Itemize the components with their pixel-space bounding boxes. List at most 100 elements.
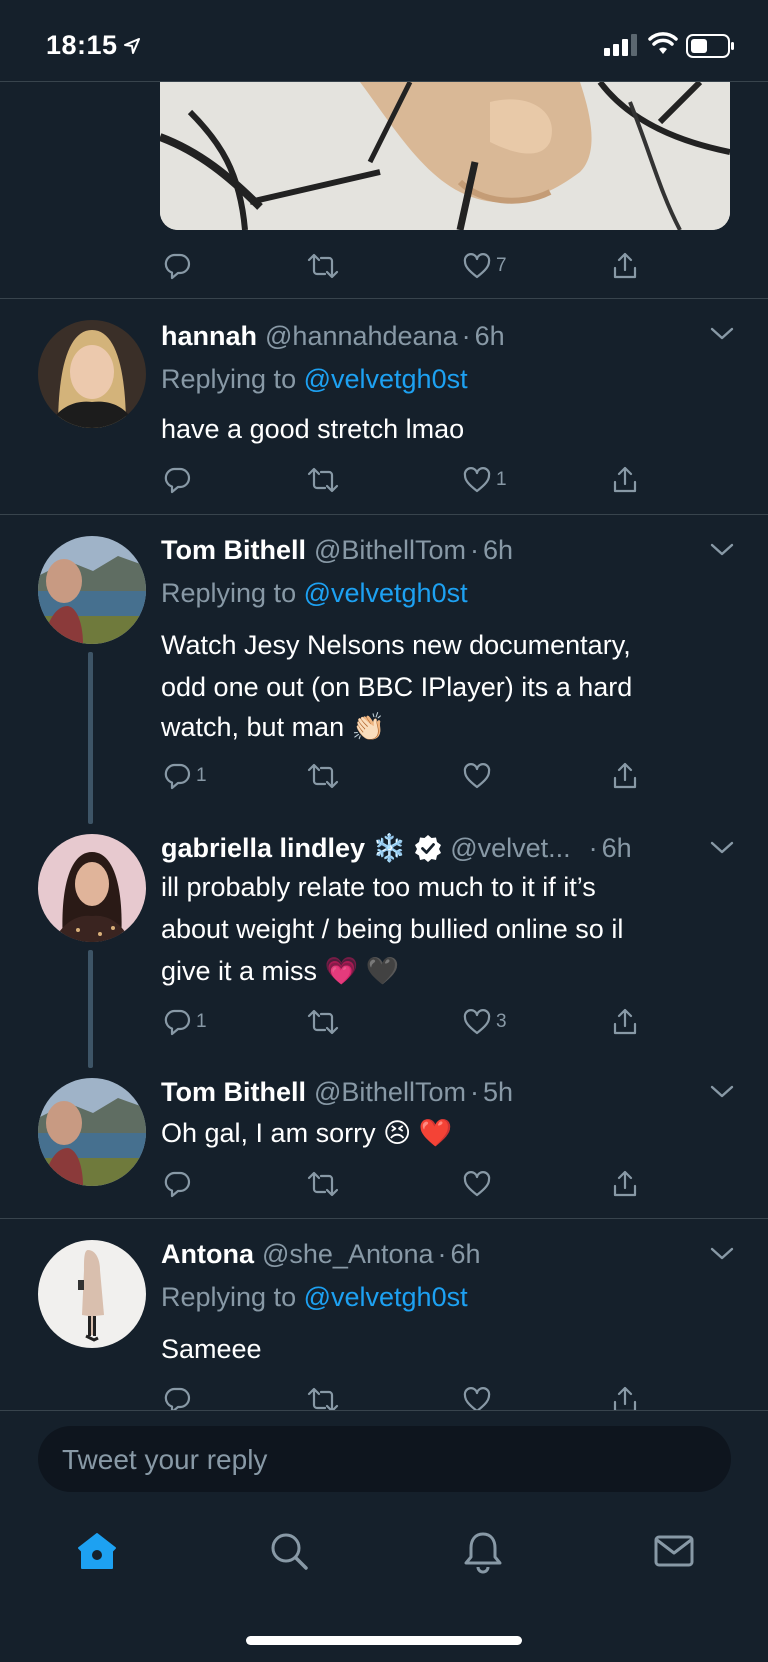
- tweet-actions: [160, 1380, 660, 1410]
- reply-icon: [164, 1009, 191, 1036]
- replying-to-link[interactable]: @velvetgh0st: [304, 1282, 468, 1312]
- display-name[interactable]: Tom Bithell: [161, 535, 306, 566]
- separator-dot: ·: [469, 1076, 479, 1107]
- user-handle[interactable]: @BithellTom: [314, 535, 466, 566]
- home-icon[interactable]: [76, 1530, 118, 1572]
- like-button[interactable]: [462, 1380, 492, 1410]
- share-button[interactable]: [610, 1002, 640, 1042]
- user-handle[interactable]: @BithellTom: [314, 1077, 466, 1108]
- share-button[interactable]: [610, 756, 640, 796]
- chevron-down-icon[interactable]: [708, 838, 736, 858]
- tweet-header: hannah @hannahdeana · 6h: [161, 316, 505, 356]
- reply-input-placeholder: Tweet your reply: [62, 1444, 268, 1475]
- replying-label: Replying to: [161, 364, 304, 394]
- tweet-text-line: Watch Jesy Nelsons new documentary,: [161, 630, 631, 660]
- user-handle[interactable]: @hannahdeana: [265, 321, 458, 352]
- separator-dot: ·: [461, 320, 471, 351]
- retweet-button[interactable]: [306, 1002, 344, 1042]
- like-button[interactable]: 7: [462, 246, 507, 286]
- avatar[interactable]: [38, 320, 146, 428]
- tweet-actions-clip: [0, 1380, 768, 1410]
- display-name[interactable]: hannah: [161, 321, 257, 352]
- like-button[interactable]: 3: [462, 1002, 507, 1042]
- thread-line: [88, 950, 93, 1068]
- reply-button[interactable]: [162, 1380, 192, 1410]
- status-time: 18:15: [46, 30, 118, 60]
- user-handle[interactable]: @velvet...: [450, 833, 570, 864]
- heart-icon: [463, 1009, 491, 1035]
- reply-icon: [164, 1171, 191, 1198]
- display-name[interactable]: gabriella lindley ❄️: [161, 832, 406, 864]
- reply-button[interactable]: 1: [162, 1002, 207, 1042]
- tweet-media-image[interactable]: [160, 82, 730, 230]
- chevron-down-icon[interactable]: [708, 540, 736, 560]
- reply-button[interactable]: [162, 460, 196, 500]
- status-bar: 18:15: [0, 0, 768, 82]
- composer-divider: [0, 1410, 768, 1411]
- retweet-button[interactable]: [306, 1380, 340, 1410]
- like-count: 7: [496, 255, 507, 276]
- retweet-button[interactable]: [306, 460, 344, 500]
- share-button[interactable]: [610, 460, 640, 500]
- share-icon: [613, 252, 637, 279]
- tweet-text: Oh gal, I am sorry 😣 ❤️: [161, 1118, 453, 1148]
- chevron-down-icon[interactable]: [708, 1082, 736, 1102]
- tweet-text-line: give it a miss 💗 🖤: [161, 956, 400, 986]
- avatar[interactable]: [38, 536, 146, 644]
- replying-to: Replying to @velvetgh0st: [161, 572, 468, 614]
- tweet-text-line: odd one out (on BBC IPlayer) its a hard: [161, 672, 633, 702]
- tweet-time: 5h: [482, 1076, 514, 1107]
- display-name[interactable]: Antona: [161, 1239, 254, 1270]
- user-handle[interactable]: @she_Antona: [262, 1239, 434, 1270]
- reply-button[interactable]: [162, 246, 196, 286]
- tweet-text-line: ill probably relate too much to it if it…: [161, 872, 596, 902]
- reply-button[interactable]: [162, 1164, 196, 1204]
- retweet-button[interactable]: [306, 1164, 344, 1204]
- tweet-text-line: about weight / being bullied online so i…: [161, 914, 624, 944]
- wifi-icon: [648, 32, 678, 54]
- replying-label: Replying to: [161, 578, 304, 608]
- separator-dot: ·: [469, 534, 479, 565]
- search-icon[interactable]: [268, 1530, 310, 1572]
- like-button[interactable]: [462, 756, 496, 796]
- replying-to-link[interactable]: @velvetgh0st: [304, 364, 468, 394]
- chevron-down-icon[interactable]: [708, 324, 736, 344]
- tweet-header: Tom Bithell @BithellTom · 5h: [161, 1072, 513, 1112]
- reply-count: 1: [196, 1011, 207, 1032]
- replying-to: Replying to @velvetgh0st: [161, 358, 468, 400]
- cellular-signal-icon: [604, 34, 637, 56]
- tweet-header: Antona @she_Antona · 6h: [161, 1234, 481, 1274]
- reply-count: 1: [196, 765, 207, 786]
- retweet-icon: [307, 253, 339, 279]
- tweet-text: Sameee: [161, 1334, 262, 1364]
- notifications-icon[interactable]: [462, 1530, 504, 1574]
- avatar[interactable]: [38, 1078, 146, 1186]
- separator-dot: ·: [588, 832, 598, 863]
- avatar[interactable]: [38, 1240, 146, 1348]
- like-button[interactable]: [462, 1164, 496, 1204]
- tweet-time: 6h: [450, 1238, 481, 1269]
- share-button[interactable]: [610, 1380, 640, 1410]
- replying-to: Replying to @velvetgh0st: [161, 1276, 468, 1318]
- share-button[interactable]: [610, 246, 640, 286]
- like-count: 1: [496, 469, 507, 490]
- share-icon: [613, 1170, 637, 1197]
- retweet-button[interactable]: [306, 756, 344, 796]
- tweet-actions: 1: [160, 460, 660, 500]
- replying-to-link[interactable]: @velvetgh0st: [304, 578, 468, 608]
- reply-icon: [164, 763, 191, 790]
- reply-button[interactable]: 1: [162, 756, 207, 796]
- location-arrow-icon: [124, 38, 140, 54]
- messages-icon[interactable]: [652, 1530, 696, 1572]
- avatar[interactable]: [38, 834, 146, 942]
- share-icon: [613, 1386, 637, 1410]
- display-name[interactable]: Tom Bithell: [161, 1077, 306, 1108]
- tweet-divider: [0, 1218, 768, 1219]
- retweet-button[interactable]: [306, 246, 344, 286]
- tweet-text: have a good stretch lmao: [161, 414, 465, 444]
- share-icon: [613, 466, 637, 493]
- share-button[interactable]: [610, 1164, 640, 1204]
- reply-input[interactable]: Tweet your reply: [38, 1426, 731, 1492]
- like-button[interactable]: 1: [462, 460, 507, 500]
- chevron-down-icon[interactable]: [708, 1244, 736, 1264]
